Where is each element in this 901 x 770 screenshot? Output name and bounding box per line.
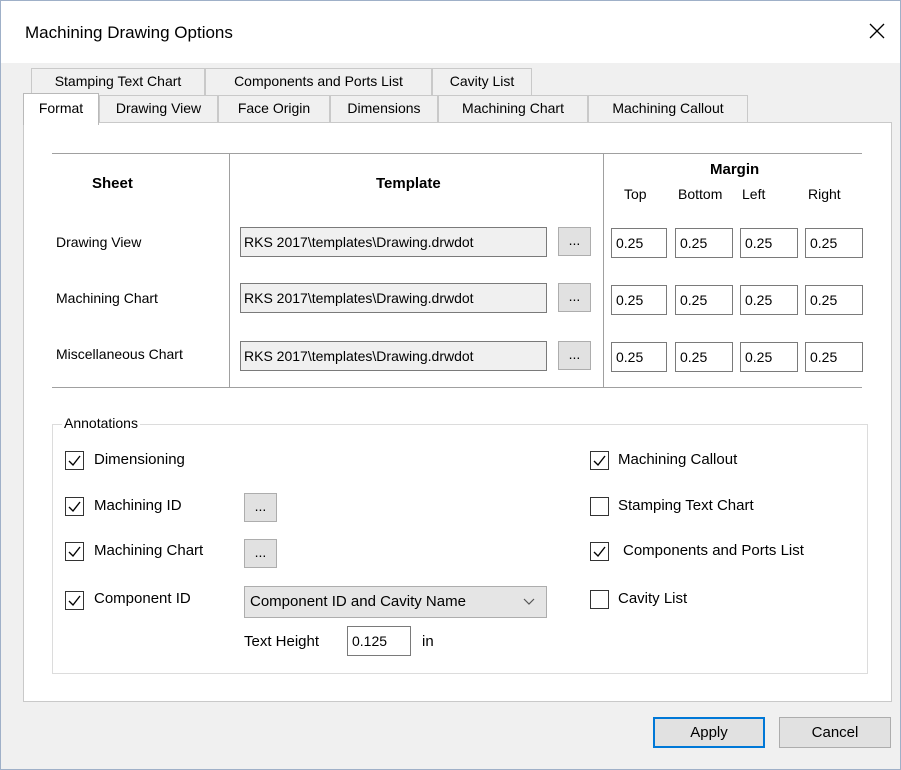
tab-drawing-view[interactable]: Drawing View: [99, 95, 218, 122]
table-bottom-line: [52, 387, 862, 388]
title-bar: Machining Drawing Options: [1, 1, 900, 63]
cancel-button[interactable]: Cancel: [779, 717, 891, 748]
table-top-line: [52, 153, 862, 154]
tab-components-and-ports-list[interactable]: Components and Ports List: [205, 68, 432, 95]
tab-machining-chart[interactable]: Machining Chart: [438, 95, 588, 122]
margin-bottom-field[interactable]: 0.25: [675, 342, 733, 372]
sheet-name: Miscellaneous Chart: [56, 346, 183, 362]
dialog-window: Machining Drawing Options Stamping Text …: [0, 0, 901, 770]
template-header: Template: [376, 175, 441, 192]
tab-format[interactable]: Format: [23, 93, 99, 125]
machining-callout-label: Machining Callout: [618, 451, 738, 468]
margin-left-field[interactable]: 0.25: [740, 285, 798, 315]
margin-right-field[interactable]: 0.25: [805, 228, 863, 258]
margin-top-field[interactable]: 0.25: [611, 228, 667, 258]
browse-template-button[interactable]: ...: [558, 227, 591, 256]
table-col-divider: [229, 153, 230, 387]
margin-top-field[interactable]: 0.25: [611, 342, 667, 372]
stamping-text-chart-checkbox[interactable]: [590, 497, 609, 516]
tab-cavity-list[interactable]: Cavity List: [432, 68, 532, 95]
tab-dimensions[interactable]: Dimensions: [330, 95, 438, 122]
margin-bottom-field[interactable]: 0.25: [675, 285, 733, 315]
margin-header: Margin: [710, 161, 760, 178]
margin-left-field[interactable]: 0.25: [740, 228, 798, 258]
margin-right-field[interactable]: 0.25: [805, 342, 863, 372]
machining-chart-browse-button[interactable]: ...: [244, 539, 277, 568]
machining-id-browse-button[interactable]: ...: [244, 493, 277, 522]
browse-template-button[interactable]: ...: [558, 341, 591, 370]
cavity-list-checkbox[interactable]: [590, 590, 609, 609]
table-col-divider: [603, 153, 604, 387]
components-and-ports-list-checkbox[interactable]: [590, 542, 609, 561]
margin-right-header: Right: [808, 186, 841, 202]
machining-id-label: Machining ID: [94, 497, 182, 514]
apply-button[interactable]: Apply: [653, 717, 765, 748]
dialog-title: Machining Drawing Options: [25, 23, 233, 42]
margin-bottom-header: Bottom: [678, 186, 723, 202]
stamping-text-chart-label: Stamping Text Chart: [618, 497, 754, 514]
text-height-field[interactable]: 0.125: [347, 626, 411, 656]
template-path-field[interactable]: RKS 2017\templates\Drawing.drwdot: [240, 283, 547, 313]
component-id-mode-select[interactable]: Component ID and Cavity Name: [244, 586, 547, 618]
margin-left-header: Left: [742, 186, 766, 202]
components-and-ports-list-label: Components and Ports List: [623, 542, 804, 559]
format-panel: Sheet Template Margin Top Bottom Left Ri…: [23, 122, 892, 702]
chevron-down-icon: [522, 587, 536, 628]
margin-top-field[interactable]: 0.25: [611, 285, 667, 315]
margin-top-header: Top: [624, 186, 647, 202]
annotations-group-label: Annotations: [62, 415, 140, 431]
margin-right-field[interactable]: 0.25: [805, 285, 863, 315]
tab-machining-callout[interactable]: Machining Callout: [588, 95, 748, 122]
margin-left-field[interactable]: 0.25: [740, 342, 798, 372]
tab-face-origin[interactable]: Face Origin: [218, 95, 330, 122]
sheet-name: Machining Chart: [56, 290, 158, 306]
machining-chart-checkbox[interactable]: [65, 542, 84, 561]
machining-callout-checkbox[interactable]: [590, 451, 609, 470]
sheet-name: Drawing View: [56, 234, 142, 250]
sheet-header: Sheet: [92, 175, 133, 192]
browse-template-button[interactable]: ...: [558, 283, 591, 312]
margin-bottom-field[interactable]: 0.25: [675, 228, 733, 258]
dimensioning-checkbox[interactable]: [65, 451, 84, 470]
template-path-field[interactable]: RKS 2017\templates\Drawing.drwdot: [240, 227, 547, 257]
template-path-field[interactable]: RKS 2017\templates\Drawing.drwdot: [240, 341, 547, 371]
tab-stamping-text-chart[interactable]: Stamping Text Chart: [31, 68, 205, 95]
component-id-checkbox[interactable]: [65, 591, 84, 610]
machining-id-checkbox[interactable]: [65, 497, 84, 516]
component-id-label: Component ID: [94, 590, 191, 607]
text-height-label: Text Height: [244, 633, 320, 650]
cavity-list-label: Cavity List: [618, 590, 688, 607]
dimensioning-label: Dimensioning: [94, 451, 185, 468]
machining-chart-label: Machining Chart: [94, 542, 204, 559]
close-icon[interactable]: [854, 11, 900, 51]
text-height-unit: in: [422, 633, 434, 650]
component-id-mode-value: Component ID and Cavity Name: [250, 593, 466, 610]
